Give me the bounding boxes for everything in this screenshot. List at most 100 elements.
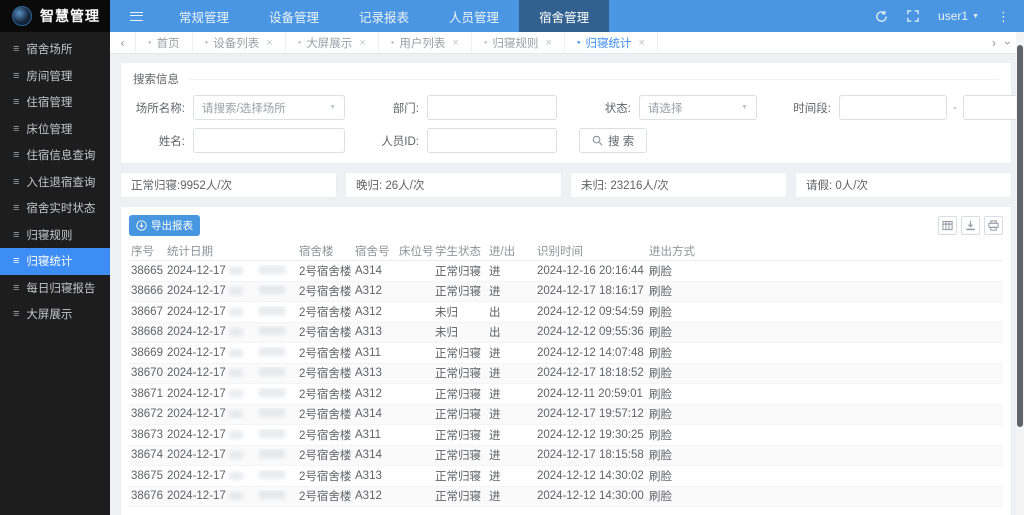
cell-index: 38676	[129, 490, 165, 502]
scrollbar-thumb[interactable]	[1017, 45, 1023, 427]
dept-input[interactable]	[427, 95, 557, 120]
page-tab[interactable]: ● 归寝规则 ×	[472, 32, 565, 53]
cell-direction: 进	[487, 427, 535, 443]
top-nav-item[interactable]: 常规管理	[159, 0, 249, 32]
tabs-scroll-left-icon[interactable]: ‹	[110, 32, 136, 53]
redacted-blur	[259, 367, 285, 376]
stat-box: 请假: 0人/次	[795, 172, 1012, 198]
tab-close-icon[interactable]: ×	[359, 37, 365, 49]
sidebar-item[interactable]: ≡ 归寝规则	[0, 222, 110, 249]
table-row[interactable]: 38675 2024-12-17 2号宿舍楼 A313 正常归寝 进	[129, 466, 1003, 487]
col-header-bed[interactable]: 床位号	[397, 243, 433, 259]
col-header-index[interactable]: 序号	[129, 243, 165, 259]
table-row[interactable]: 38674 2024-12-17 2号宿舍楼 A314 正常归寝 进	[129, 446, 1003, 467]
cell-building: 2号宿舍楼	[297, 386, 353, 402]
cell-building: 2号宿舍楼	[297, 283, 353, 299]
cell-direction: 进	[487, 488, 535, 504]
top-nav-item[interactable]: 宿舍管理	[519, 0, 609, 32]
col-header-building[interactable]: 宿舍楼	[297, 243, 353, 259]
page-tab[interactable]: ● 首页	[136, 32, 193, 53]
table-row[interactable]: 38673 2024-12-17 2号宿舍楼 A311 正常归寝 进	[129, 425, 1003, 446]
name-input[interactable]	[193, 128, 345, 153]
sidebar: ≡ 宿舍场所 ≡ 房间管理 ≡ 住宿管理 ≡ 床位管理 ≡ 住宿信息查询 ≡ 入…	[0, 32, 110, 515]
col-header-method[interactable]: 进出方式	[647, 243, 1003, 259]
nav-menu-icon[interactable]	[110, 0, 159, 32]
cell-redacted	[257, 347, 297, 359]
tab-close-icon[interactable]: ×	[639, 37, 645, 49]
cell-date-text: 2024-12-17	[167, 408, 226, 420]
sidebar-item[interactable]: ≡ 住宿管理	[0, 89, 110, 116]
name-label: 姓名:	[133, 133, 185, 149]
personid-input[interactable]	[427, 128, 557, 153]
tab-label: 首页	[157, 35, 180, 51]
tabs-strip: ● 首页 ● 设备列表 × ● 大屏展示 × ● 用户列表 ×	[136, 32, 986, 53]
page-tab[interactable]: ● 设备列表 ×	[193, 32, 286, 53]
top-nav-item[interactable]: 人员管理	[429, 0, 519, 32]
cell-index: 38669	[129, 347, 165, 359]
redacted-blur	[259, 347, 285, 356]
top-nav-item[interactable]: 记录报表	[339, 0, 429, 32]
sidebar-item[interactable]: ≡ 宿舍场所	[0, 36, 110, 63]
sidebar-item[interactable]: ≡ 入住退宿查询	[0, 169, 110, 196]
place-select[interactable]: 请搜索/选择场所 ▼	[193, 95, 345, 120]
stat-box: 正常归寝:9952人/次	[120, 172, 337, 198]
col-header-direction[interactable]: 进/出	[487, 243, 535, 259]
col-header-date[interactable]: 统计日期	[165, 243, 257, 259]
col-header-time[interactable]: 识别时间	[535, 243, 647, 259]
print-button[interactable]	[984, 216, 1003, 235]
search-button[interactable]: 搜 索	[579, 128, 647, 153]
table-row[interactable]: 38666 2024-12-17 2号宿舍楼 A312 正常归寝 进	[129, 282, 1003, 303]
sidebar-item[interactable]: ≡ 宿舍实时状态	[0, 195, 110, 222]
time-start-input[interactable]	[839, 95, 947, 120]
table-row[interactable]: 38665 2024-12-17 2号宿舍楼 A314 正常归寝 进	[129, 261, 1003, 282]
user-menu[interactable]: user1 ▼	[938, 9, 979, 23]
download-button[interactable]	[961, 216, 980, 235]
list-icon: ≡	[13, 43, 19, 55]
grid-columns-button[interactable]	[938, 216, 957, 235]
status-select[interactable]: 请选择 ▼	[639, 95, 757, 120]
top-nav-item[interactable]: 设备管理	[249, 0, 339, 32]
fullscreen-icon[interactable]	[906, 9, 920, 23]
cell-status: 正常归寝	[433, 427, 487, 443]
export-report-button[interactable]: 导出报表	[129, 215, 200, 236]
vertical-scrollbar[interactable]	[1016, 32, 1024, 515]
page-tab[interactable]: ● 用户列表 ×	[379, 32, 472, 53]
table-row[interactable]: 38672 2024-12-17 2号宿舍楼 A314 正常归寝 进	[129, 405, 1003, 426]
sidebar-item[interactable]: ≡ 每日归寝报告	[0, 275, 110, 302]
table-row[interactable]: 38668 2024-12-17 2号宿舍楼 A313 未归 出	[129, 323, 1003, 344]
col-header-room[interactable]: 宿舍号	[353, 243, 397, 259]
tab-close-icon[interactable]: ×	[266, 37, 272, 49]
cell-date: 2024-12-17	[165, 388, 257, 400]
list-icon: ≡	[13, 96, 19, 108]
redacted-blur	[229, 492, 243, 500]
cell-status: 正常归寝	[433, 488, 487, 504]
refresh-icon[interactable]	[874, 9, 888, 23]
time-end-input[interactable]	[963, 95, 1024, 120]
cell-status: 未归	[433, 304, 487, 320]
cell-time: 2024-12-12 14:07:48	[535, 347, 647, 359]
sidebar-item-label: 住宿管理	[26, 94, 72, 110]
cell-room: A314	[353, 265, 397, 277]
tab-close-icon[interactable]: ×	[452, 37, 458, 49]
sidebar-item[interactable]: ≡ 住宿信息查询	[0, 142, 110, 169]
page-tab[interactable]: ● 归寝统计 ×	[565, 32, 658, 53]
table-row[interactable]: 38670 2024-12-17 2号宿舍楼 A313 正常归寝 进	[129, 364, 1003, 385]
kebab-menu-icon[interactable]: ⋮	[997, 10, 1010, 23]
sidebar-item[interactable]: ≡ 归寝统计	[0, 248, 110, 275]
sidebar-item[interactable]: ≡ 房间管理	[0, 63, 110, 90]
table-row[interactable]: 38667 2024-12-17 2号宿舍楼 A312 未归 出	[129, 302, 1003, 323]
page-tab[interactable]: ● 大屏展示 ×	[286, 32, 379, 53]
tabs-dropdown-icon[interactable]: ›	[1001, 41, 1015, 45]
cell-status: 正常归寝	[433, 345, 487, 361]
table-row[interactable]: 38669 2024-12-17 2号宿舍楼 A311 正常归寝 进	[129, 343, 1003, 364]
col-header-status[interactable]: 学生状态	[433, 243, 487, 259]
sidebar-item[interactable]: ≡ 床位管理	[0, 116, 110, 143]
sidebar-item-label: 住宿信息查询	[26, 147, 95, 163]
redacted-blur	[259, 429, 285, 438]
table-row[interactable]: 38676 2024-12-17 2号宿舍楼 A312 正常归寝 进	[129, 487, 1003, 508]
sidebar-item[interactable]: ≡ 大屏展示	[0, 301, 110, 328]
tab-close-icon[interactable]: ×	[545, 37, 551, 49]
table-row[interactable]: 38671 2024-12-17 2号宿舍楼 A312 正常归寝 进	[129, 384, 1003, 405]
tabs-scroll-right-icon[interactable]: ›	[992, 36, 996, 50]
download-circle-icon	[136, 220, 147, 231]
